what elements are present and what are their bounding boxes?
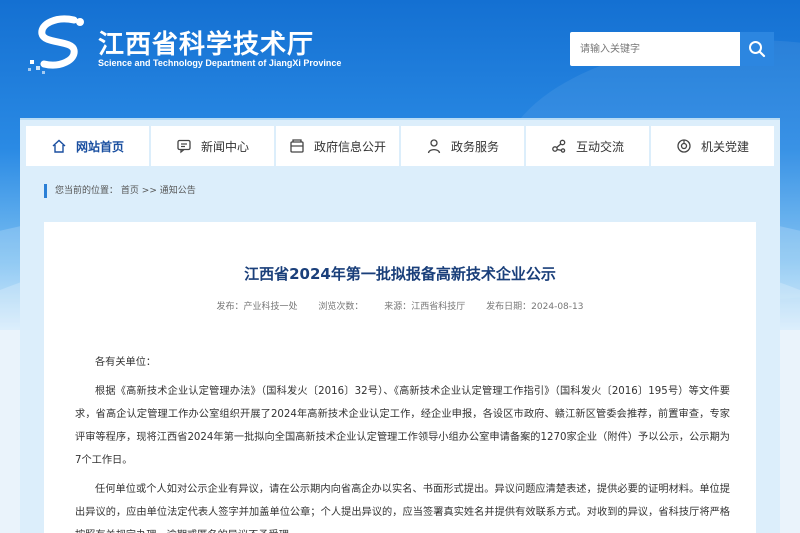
meta-date: 发布日期：2024-08-13 (486, 302, 584, 312)
nav-label: 政府信息公开 (313, 139, 386, 154)
nav-item-interaction[interactable]: 互动交流 (526, 126, 649, 166)
nav-label: 网站首页 (75, 139, 124, 154)
emblem-icon (677, 139, 691, 153)
message-icon (177, 139, 191, 154)
org-name-cn: 江西省科学技术厅 (98, 30, 315, 60)
article-card: 江西省2024年第一批拟报备高新技术企业公示 发布：产业科技一处 浏览次数： 来… (44, 222, 756, 533)
main-nav: 网站首页 新闻中心 政府信息公开 政务服务 互动交流 机关党建 (26, 126, 774, 166)
search-button[interactable] (740, 32, 774, 66)
nav-item-services[interactable]: 政务服务 (401, 126, 524, 166)
site-logo[interactable]: 江西省科学技术厅 Science and Technology Departme… (26, 14, 341, 76)
home-icon (52, 139, 66, 153)
breadcrumb: 您当前的位置： 首页 >> 通知公告 (44, 184, 196, 198)
nav-item-news[interactable]: 新闻中心 (151, 126, 274, 166)
breadcrumb-prefix: 您当前的位置： (55, 186, 119, 196)
logo-emblem-icon (28, 15, 84, 74)
search-input[interactable] (570, 32, 740, 66)
article-body: 各有关单位： 根据《高新技术企业认定管理办法》（国科发火〔2016〕32号）、《… (75, 351, 730, 533)
nav-item-home[interactable]: 网站首页 (26, 126, 149, 166)
breadcrumb-home-link[interactable]: 首页 (121, 186, 139, 196)
meta-publisher: 发布：产业科技一处 (216, 302, 298, 312)
nav-label: 政务服务 (450, 139, 499, 154)
org-name-en: Science and Technology Department of Jia… (98, 58, 342, 68)
nav-label: 新闻中心 (200, 139, 249, 154)
article-salutation: 各有关单位： (95, 357, 157, 368)
search-icon (749, 41, 766, 58)
article-paragraph: 根据《高新技术企业认定管理办法》（国科发火〔2016〕32号）、《高新技术企业认… (75, 386, 730, 466)
meta-views: 浏览次数： (318, 302, 364, 312)
nav-item-party[interactable]: 机关党建 (651, 126, 774, 166)
article-paragraph: 任何单位或个人如对公示企业有异议，请在公示期内向省高企办以实名、书面形式提出。异… (75, 484, 730, 533)
share-icon (552, 139, 566, 153)
breadcrumb-separator: >> (141, 186, 157, 196)
search-box (570, 32, 774, 66)
person-icon (427, 139, 441, 154)
meta-source: 来源：江西省科技厅 (384, 302, 466, 312)
article-meta: 发布：产业科技一处 浏览次数： 来源：江西省科技厅 发布日期：2024-08-1… (44, 299, 756, 312)
folder-icon (290, 139, 304, 153)
breadcrumb-current-link[interactable]: 通知公告 (160, 186, 196, 196)
article-title: 江西省2024年第一批拟报备高新技术企业公示 (244, 265, 556, 283)
nav-label: 互动交流 (575, 139, 624, 154)
nav-label: 机关党建 (700, 139, 749, 154)
nav-item-gov-info[interactable]: 政府信息公开 (276, 126, 399, 166)
